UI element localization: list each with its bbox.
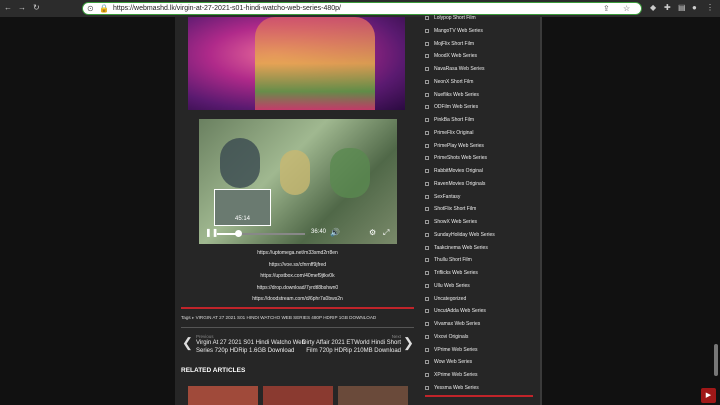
volume-icon[interactable]: 🔊 xyxy=(330,228,340,238)
sidebar-icon[interactable]: ▤ xyxy=(678,3,686,13)
sidebar-category-item[interactable]: Taakcinema Web Series xyxy=(425,242,537,255)
forward-icon[interactable]: → xyxy=(18,3,26,13)
tags-row: Tags ▸ VIRGIN AT 27 2021 S01 HINDI WATCH… xyxy=(181,315,376,321)
video-frame-shape xyxy=(280,150,310,195)
sidebar-category-item[interactable]: Thullu Short Film xyxy=(425,254,537,267)
sidebar-category-item[interactable]: ShowX Web Series xyxy=(425,216,537,229)
seek-preview-time: 45:14 xyxy=(234,216,250,222)
sidebar-category-item[interactable]: MoodX Web Series xyxy=(425,50,537,63)
section-divider xyxy=(181,307,414,309)
sidebar-category-item[interactable]: MangoTV Web Series xyxy=(425,25,537,38)
download-link[interactable]: https://doodstream.com/d/6phr7a0bws2n xyxy=(175,294,420,306)
related-thumbnail[interactable] xyxy=(188,386,258,405)
youtube-badge-icon[interactable]: ▶ xyxy=(701,388,716,403)
sidebar-category-item[interactable]: VPrime Web Series xyxy=(425,344,537,357)
next-post[interactable]: Next Dirty Affair 2021 ETWorld Hindi Sho… xyxy=(298,334,401,355)
video-frame-shape xyxy=(220,138,260,188)
menu-icon[interactable]: ⋮ xyxy=(706,3,714,13)
extension-icon[interactable]: ◆ xyxy=(650,3,656,13)
profile-icon[interactable]: ● xyxy=(692,3,697,13)
hero-figure xyxy=(255,17,375,110)
sidebar-category-item[interactable]: RabbitMovies Original xyxy=(425,165,537,178)
download-link[interactable]: https://voe.sx/cfnrnff9jfred xyxy=(175,260,420,272)
sidebar-category-item[interactable]: NavaRasa Web Series xyxy=(425,63,537,76)
sidebar-category-item[interactable]: PinkBa Short Film xyxy=(425,114,537,127)
lock-icon[interactable]: 🔒 xyxy=(99,4,109,14)
column-divider xyxy=(540,17,542,405)
sidebar-category-item[interactable]: XPrime Web Series xyxy=(425,369,537,382)
sidebar-category-item[interactable]: ODFilm Web Series xyxy=(425,101,537,114)
video-frame-shape xyxy=(330,148,370,198)
download-link[interactable]: https://drop.download/7yrdtl8bshwn0 xyxy=(175,283,420,295)
download-link[interactable]: https://upstbox.com/40mef9jtkv0k xyxy=(175,271,420,283)
sidebar-category-item[interactable]: Ullu Web Series xyxy=(425,280,537,293)
sidebar-category-item[interactable]: Wow Web Series xyxy=(425,356,537,369)
sidebar-category-item[interactable]: Uncategorized xyxy=(425,293,537,306)
sidebar-category-item[interactable]: UncutAdda Web Series xyxy=(425,305,537,318)
sidebar-category-item[interactable]: SundayHoliday Web Series xyxy=(425,229,537,242)
fullscreen-icon[interactable]: ⤢ xyxy=(383,228,389,238)
sidebar-category-item[interactable]: Yessma Web Series xyxy=(425,382,537,395)
puzzle-icon[interactable]: ✚ xyxy=(664,3,671,13)
share-icon[interactable]: ⇪ xyxy=(603,4,610,14)
download-links: https://uptomega.net/m33smd2rr8en https:… xyxy=(175,248,420,306)
sidebar-category-item[interactable]: NeonX Short Film xyxy=(425,76,537,89)
next-title[interactable]: Dirty Affair 2021 ETWorld Hindi Short Fi… xyxy=(298,340,401,355)
sidebar-category-item[interactable]: MojFlix Short Film xyxy=(425,38,537,51)
chevron-right-icon[interactable]: ❯ xyxy=(403,336,414,350)
sidebar-category-item[interactable]: PrimeShots Web Series xyxy=(425,152,537,165)
sidebar-category-item[interactable]: Vivamax Web Series xyxy=(425,318,537,331)
url-text: https://webmashd.lk/virgin-at-27-2021-s0… xyxy=(113,5,341,12)
sidebar-category-item[interactable]: Triflicks Web Series xyxy=(425,267,537,280)
tag-link[interactable]: VIRGIN AT 27 2021 S01 HINDI WATCHO WEB S… xyxy=(196,315,377,320)
scrollbar-thumb[interactable] xyxy=(714,344,718,376)
back-icon[interactable]: ← xyxy=(4,3,12,13)
download-link[interactable]: https://uptomega.net/m33smd2rr8en xyxy=(175,248,420,260)
previous-post[interactable]: Previous Virgin At 27 2021 S01 Hindi Wat… xyxy=(196,334,306,355)
previous-title[interactable]: Virgin At 27 2021 S01 Hindi Watcho Web S… xyxy=(196,340,306,355)
sidebar-category-item[interactable]: ShotFlix Short Film xyxy=(425,203,537,216)
related-thumbnail[interactable] xyxy=(338,386,408,405)
browser-toolbar: ← → ↻ ⊙ 🔒 https://webmashd.lk/virgin-at-… xyxy=(0,0,720,17)
category-list: Lolypop Short Film MangoTV Web Series MojF… xyxy=(425,12,537,395)
video-duration: 36:40 xyxy=(311,229,327,235)
reload-icon[interactable]: ↻ xyxy=(33,3,40,13)
sidebar-category-item[interactable]: PrimePlay Web Series xyxy=(425,140,537,153)
sidebar-category-item[interactable]: RavenMovies Originals xyxy=(425,178,537,191)
sidebar-category-item[interactable]: Lolypop Short Film xyxy=(425,12,537,25)
related-articles-heading: RELATED ARTICLES xyxy=(181,367,246,374)
sidebar-category-item[interactable]: Vixovi Originals xyxy=(425,331,537,344)
right-gutter xyxy=(540,17,720,405)
site-info-icon[interactable]: ⊙ xyxy=(87,4,94,14)
left-gutter xyxy=(0,17,175,405)
star-icon[interactable]: ☆ xyxy=(623,4,630,14)
chevron-left-icon[interactable]: ❮ xyxy=(182,336,193,350)
address-bar[interactable]: ⊙ 🔒 https://webmashd.lk/virgin-at-27-202… xyxy=(82,2,642,15)
sidebar-divider xyxy=(425,395,533,397)
settings-icon[interactable]: ⚙ xyxy=(369,228,376,238)
sidebar-category-item[interactable]: SexFantasy xyxy=(425,191,537,204)
related-thumbnail[interactable] xyxy=(263,386,333,405)
sidebar-category-item[interactable]: PrimeFlix Original xyxy=(425,127,537,140)
sidebar-category-item[interactable]: Nuefliks Web Series xyxy=(425,89,537,102)
tags-label: Tags xyxy=(181,315,191,320)
nav-divider xyxy=(181,327,414,328)
progress-handle[interactable] xyxy=(234,230,242,237)
